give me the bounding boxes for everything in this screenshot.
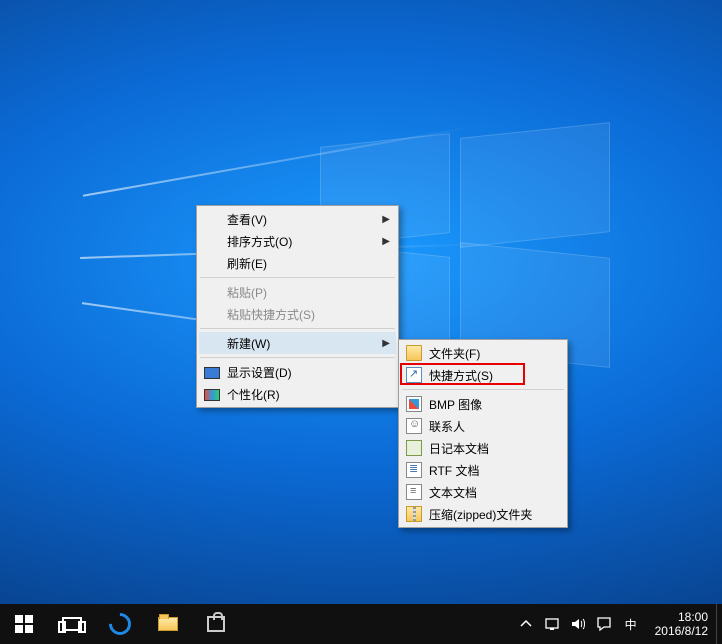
taskbar-app-edge[interactable] — [96, 604, 144, 644]
submenu-item-bmp[interactable]: BMP 图像 — [401, 393, 565, 415]
menu-separator — [200, 277, 395, 278]
windows-start-icon — [15, 615, 33, 633]
shortcut-icon — [406, 367, 422, 383]
menu-item-label: BMP 图像 — [429, 396, 482, 413]
menu-separator — [402, 389, 564, 390]
menu-item-label: 排序方式(O) — [227, 233, 292, 250]
menu-item-label: 联系人 — [429, 418, 465, 435]
desktop[interactable]: 查看(V) ▶ 排序方式(O) ▶ 刷新(E) 粘贴(P) 粘贴快捷方式(S) … — [0, 0, 722, 644]
task-view-icon — [62, 617, 82, 631]
taskbar-app-store[interactable] — [192, 604, 240, 644]
menu-item-display-settings[interactable]: 显示设置(D) — [199, 361, 396, 383]
submenu-item-txt[interactable]: 文本文档 — [401, 481, 565, 503]
submenu-item-journal[interactable]: 日记本文档 — [401, 437, 565, 459]
clock-time: 18:00 — [655, 610, 708, 624]
menu-item-label: 日记本文档 — [429, 440, 489, 457]
desktop-context-menu: 查看(V) ▶ 排序方式(O) ▶ 刷新(E) 粘贴(P) 粘贴快捷方式(S) … — [196, 205, 399, 408]
menu-item-paste: 粘贴(P) — [199, 281, 396, 303]
folder-icon — [406, 345, 422, 361]
bmp-icon — [406, 396, 422, 412]
action-center-icon[interactable] — [595, 615, 613, 633]
submenu-item-contact[interactable]: 联系人 — [401, 415, 565, 437]
submenu-item-shortcut[interactable]: 快捷方式(S) — [401, 364, 565, 386]
show-desktop-button[interactable] — [716, 604, 722, 644]
volume-icon[interactable] — [569, 615, 587, 633]
menu-item-paste-shortcut: 粘贴快捷方式(S) — [199, 303, 396, 325]
store-icon — [207, 616, 225, 632]
submenu-arrow-icon: ▶ — [382, 338, 390, 349]
menu-separator — [200, 357, 395, 358]
journal-icon — [406, 440, 422, 456]
menu-item-label: 个性化(R) — [227, 386, 280, 403]
personalize-icon — [204, 389, 220, 401]
menu-item-label: 文本文档 — [429, 484, 477, 501]
menu-item-label: RTF 文档 — [429, 462, 479, 479]
menu-item-refresh[interactable]: 刷新(E) — [199, 252, 396, 274]
menu-item-label: 压缩(zipped)文件夹 — [429, 506, 532, 523]
menu-item-label: 粘贴(P) — [227, 284, 267, 301]
display-icon — [204, 367, 220, 379]
tray-overflow-icon[interactable] — [517, 615, 535, 633]
system-tray: 中 — [511, 604, 647, 644]
menu-item-new[interactable]: 新建(W) ▶ — [199, 332, 396, 354]
edge-icon — [104, 608, 135, 639]
menu-item-label: 文件夹(F) — [429, 345, 480, 362]
submenu-arrow-icon: ▶ — [382, 214, 390, 225]
rtf-icon — [406, 462, 422, 478]
taskbar-app-explorer[interactable] — [144, 604, 192, 644]
clock-date: 2016/8/12 — [655, 624, 708, 638]
menu-item-label: 新建(W) — [227, 335, 270, 352]
submenu-item-folder[interactable]: 文件夹(F) — [401, 342, 565, 364]
taskbar-clock[interactable]: 18:00 2016/8/12 — [647, 610, 716, 639]
submenu-item-zip[interactable]: 压缩(zipped)文件夹 — [401, 503, 565, 525]
task-view-button[interactable] — [48, 604, 96, 644]
taskbar: 中 18:00 2016/8/12 — [0, 604, 722, 644]
menu-item-label: 查看(V) — [227, 211, 267, 228]
menu-item-sort[interactable]: 排序方式(O) ▶ — [199, 230, 396, 252]
network-icon[interactable] — [543, 615, 561, 633]
new-submenu: 文件夹(F) 快捷方式(S) BMP 图像 联系人 日记本文档 RTF 文档 文… — [398, 339, 568, 528]
menu-item-label: 刷新(E) — [227, 255, 267, 272]
menu-item-view[interactable]: 查看(V) ▶ — [199, 208, 396, 230]
txt-icon — [406, 484, 422, 500]
submenu-arrow-icon: ▶ — [382, 236, 390, 247]
zip-icon — [406, 506, 422, 522]
menu-item-label: 粘贴快捷方式(S) — [227, 306, 315, 323]
menu-item-label: 显示设置(D) — [227, 364, 292, 381]
start-button[interactable] — [0, 604, 48, 644]
menu-separator — [200, 328, 395, 329]
ime-indicator[interactable]: 中 — [621, 616, 641, 633]
file-explorer-icon — [158, 617, 178, 631]
menu-item-label: 快捷方式(S) — [429, 367, 493, 384]
menu-item-personalize[interactable]: 个性化(R) — [199, 383, 396, 405]
submenu-item-rtf[interactable]: RTF 文档 — [401, 459, 565, 481]
contact-icon — [406, 418, 422, 434]
